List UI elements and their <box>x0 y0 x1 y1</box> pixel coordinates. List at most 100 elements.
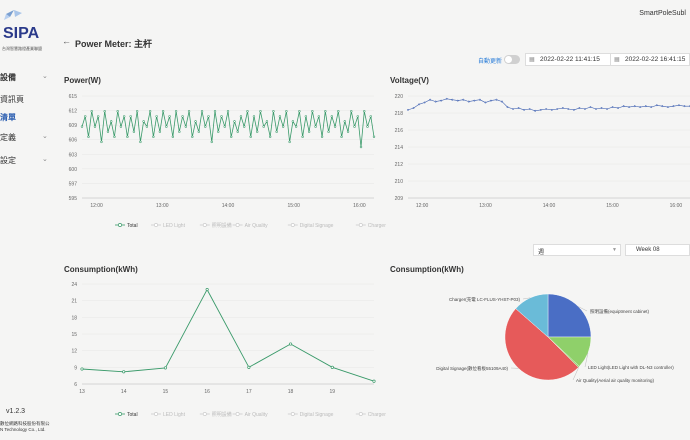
data-point <box>633 105 636 108</box>
sidebar-item-devices[interactable]: 設備 <box>0 72 16 83</box>
consumption-pie-title: Consumption(kWh) <box>390 265 464 274</box>
legend-marker <box>154 412 158 416</box>
chevron-down-icon[interactable]: ⌄ <box>42 72 48 80</box>
data-point <box>440 99 443 102</box>
voltage-chart-title: Voltage(V) <box>390 76 429 85</box>
page-title: Power Meter: 主杆 <box>75 39 153 49</box>
data-point <box>90 110 93 113</box>
legend-marker <box>202 223 207 227</box>
data-point <box>606 108 608 110</box>
series-line <box>81 111 375 148</box>
data-point <box>87 135 90 138</box>
legend-marker <box>358 223 363 227</box>
data-point <box>184 125 188 128</box>
power-legend: Total LED Light 照明設備 Air Quality Digital Sig… <box>115 222 386 229</box>
data-point <box>165 125 168 128</box>
date-from-input[interactable]: 2022-02-22 11:41:15 <box>525 53 613 66</box>
data-point <box>556 108 559 110</box>
data-point <box>113 135 116 138</box>
data-point <box>611 106 614 109</box>
sipa-logo: SIPA <box>3 10 40 42</box>
sidebar-item-settings[interactable]: 設定 <box>0 155 16 166</box>
data-point <box>122 115 126 118</box>
x-tick-label: 14 <box>121 389 127 395</box>
voltage-chart: 220 218 216 214 212 210 209 12:00 13:00 14:00 15:0… <box>395 94 690 209</box>
data-point <box>501 100 503 103</box>
y-tick-label: 595 <box>69 196 78 202</box>
data-point <box>550 109 553 111</box>
data-point <box>539 109 542 111</box>
legend-marker <box>118 223 122 227</box>
data-point <box>217 130 220 133</box>
data-point <box>356 115 359 118</box>
sidebar-item-definition[interactable]: 定義 <box>0 132 16 143</box>
data-point <box>187 110 191 113</box>
data-point <box>314 125 317 128</box>
y-tick-label: 615 <box>69 94 78 100</box>
data-point <box>333 125 337 128</box>
data-point <box>445 97 448 100</box>
power-chart-title: Power(W) <box>64 76 101 85</box>
data-point <box>545 108 548 110</box>
data-point <box>343 120 346 123</box>
data-point <box>148 110 152 113</box>
data-point <box>152 135 155 138</box>
sidebar-item-list[interactable]: 清單 <box>0 112 16 123</box>
date-to-input[interactable]: 2022-02-22 16:41:15 <box>610 53 690 66</box>
x-tick-label: 16:00 <box>353 203 366 209</box>
data-point <box>142 120 145 123</box>
x-tick-label: 15 <box>163 389 169 395</box>
pie-label: Charger(充電 LC-FLUS-YHST-P03) <box>449 296 521 303</box>
data-point <box>678 104 680 107</box>
data-point <box>116 110 119 113</box>
data-point <box>281 125 285 128</box>
data-point <box>372 135 376 138</box>
calendar-icon: ▦ <box>614 57 620 63</box>
chevron-down-icon: ▼ <box>612 247 617 253</box>
chevron-down-icon[interactable]: ⌄ <box>42 155 48 163</box>
data-point <box>490 99 492 102</box>
data-point <box>304 115 308 118</box>
data-point <box>249 135 252 138</box>
legend-item: Digital Signage <box>300 412 334 418</box>
data-point <box>139 140 142 144</box>
legend-marker <box>290 412 295 416</box>
week-select[interactable]: Week 08 <box>625 244 690 256</box>
data-point <box>372 379 376 383</box>
data-point <box>246 110 249 113</box>
data-point <box>423 101 426 104</box>
data-point <box>628 106 631 109</box>
chevron-down-icon[interactable]: ⌄ <box>42 132 48 140</box>
legend-item: Total <box>127 223 138 229</box>
data-point <box>655 104 658 107</box>
data-point <box>600 107 603 109</box>
legend-marker <box>358 412 363 416</box>
x-tick-label: 16 <box>204 389 210 395</box>
data-point <box>412 107 415 109</box>
x-tick-label: 15:00 <box>287 203 300 209</box>
data-point <box>163 366 167 370</box>
site-name[interactable]: SmartPoleSubl <box>639 10 686 17</box>
data-point <box>158 130 162 133</box>
legend-item: Air Quality <box>245 412 269 418</box>
y-tick-label: 609 <box>69 123 78 129</box>
data-point <box>617 107 620 109</box>
data-point <box>93 125 97 128</box>
legend-item: Charger <box>368 223 386 229</box>
legend-marker <box>154 223 158 227</box>
data-point <box>666 106 669 109</box>
data-point <box>168 115 171 118</box>
data-point <box>291 120 295 123</box>
data-point <box>80 125 84 128</box>
consumption-pie-chart: 照明設備(equiptment cabinet) LED Light(LED Li… <box>436 293 674 383</box>
sidebar-item-info[interactable]: 資訊頁 <box>0 94 24 105</box>
x-tick-label: 13 <box>79 389 85 395</box>
y-tick-label: 606 <box>69 138 78 144</box>
data-point <box>174 110 178 113</box>
period-select[interactable]: 週 ▼ <box>533 244 621 256</box>
data-point <box>495 98 498 101</box>
auto-refresh-toggle[interactable] <box>504 55 520 64</box>
arrow-left-icon[interactable]: ← <box>62 36 71 46</box>
data-point <box>639 106 642 109</box>
data-point <box>110 120 113 123</box>
